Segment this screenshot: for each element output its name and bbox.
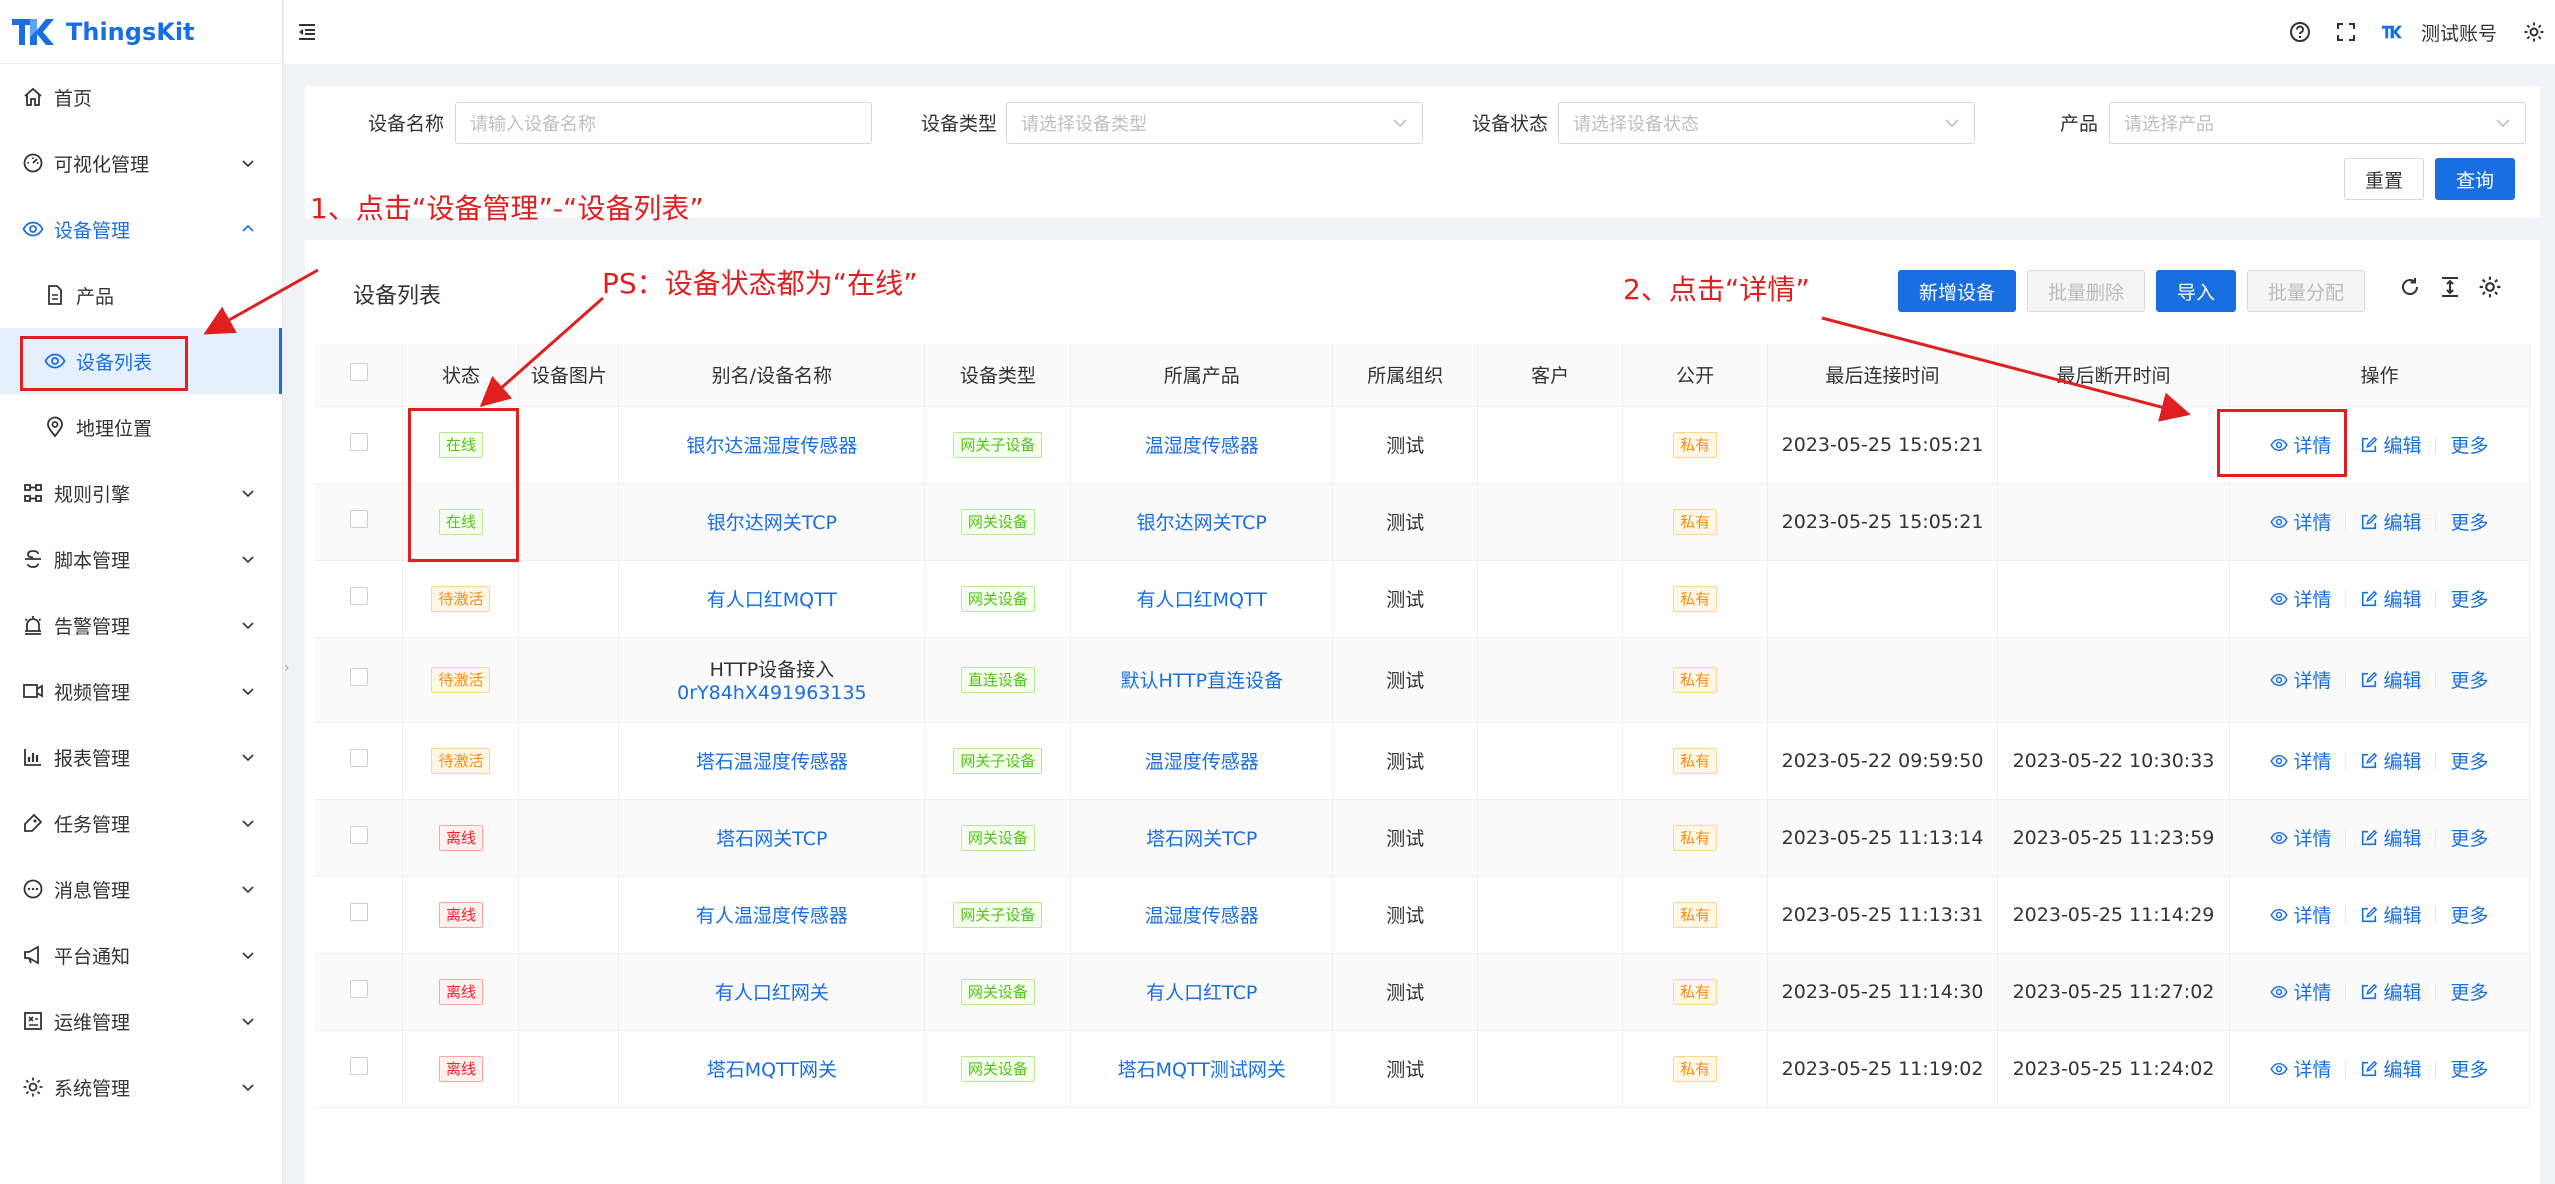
annotation-arrows: [203, 268, 2191, 422]
arrow-to-detail: [1821, 316, 2191, 422]
arrow-to-status: [479, 296, 604, 407]
arrow-to-device-list: [203, 268, 319, 335]
